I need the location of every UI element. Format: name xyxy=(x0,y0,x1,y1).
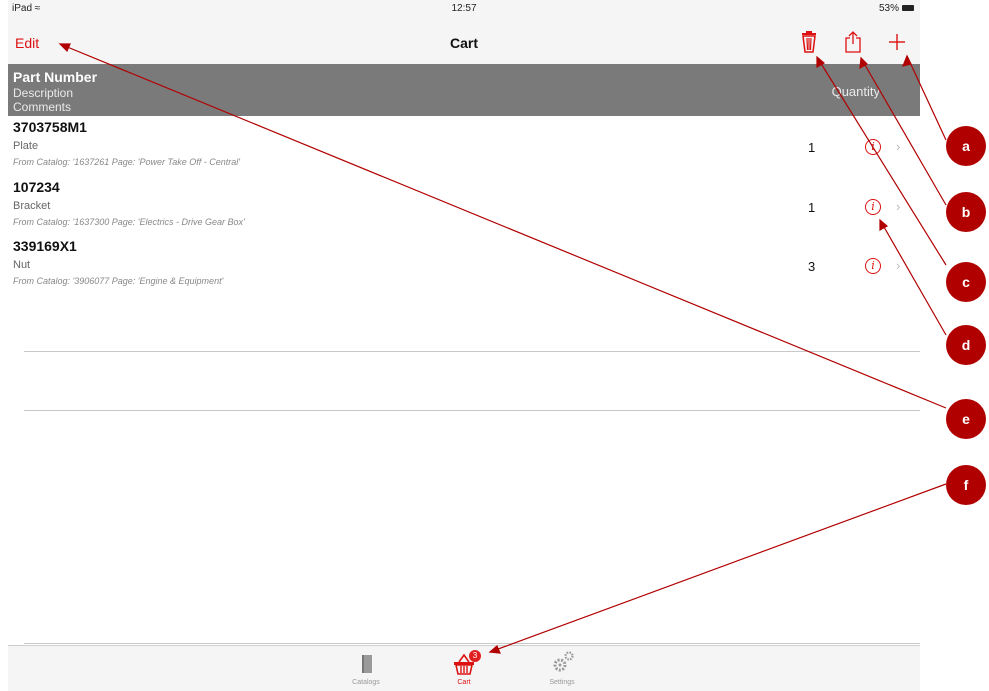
table-row[interactable]: 3703758M1 Plate From Catalog: '1637261 P… xyxy=(8,117,920,175)
part-description: Nut xyxy=(13,259,31,271)
share-icon-svg xyxy=(845,31,861,53)
part-quantity[interactable]: 3 xyxy=(808,259,815,274)
tab-cart[interactable]: 3 Cart xyxy=(434,646,494,691)
callout-d: d xyxy=(946,325,986,365)
part-number: 339169X1 xyxy=(13,238,77,254)
row-separator xyxy=(24,643,920,644)
tab-bar: Catalogs 3 Cart Settings xyxy=(8,645,920,691)
info-icon[interactable]: i xyxy=(865,139,881,155)
header-description: Description xyxy=(13,86,74,100)
header-quantity: Quantity xyxy=(831,84,880,99)
callout-e: e xyxy=(946,399,986,439)
part-quantity[interactable]: 1 xyxy=(808,140,815,155)
callout-b: b xyxy=(946,192,986,232)
chevron-right-icon: › xyxy=(896,258,901,273)
info-icon[interactable]: i xyxy=(865,258,881,274)
table-header: Part Number Description Comments Quantit… xyxy=(8,64,920,116)
chevron-right-icon: › xyxy=(896,199,901,214)
row-separator xyxy=(24,351,920,352)
status-bar: iPad ≈ 12:57 53% xyxy=(8,0,920,18)
chevron-right-icon: › xyxy=(896,139,901,154)
part-number: 3703758M1 xyxy=(13,119,87,135)
header-part-number: Part Number xyxy=(13,69,98,85)
gears-icon xyxy=(553,651,574,672)
callout-c: c xyxy=(946,262,986,302)
battery-icon xyxy=(902,5,914,12)
table-row[interactable]: 339169X1 Nut From Catalog: '3906077 Page… xyxy=(8,236,920,294)
part-quantity[interactable]: 1 xyxy=(808,200,815,215)
part-comment: From Catalog: '3906077 Page: 'Engine & E… xyxy=(13,276,224,286)
tab-catalogs[interactable]: Catalogs xyxy=(336,646,396,691)
part-comment: From Catalog: '1637300 Page: 'Electrics … xyxy=(13,217,245,227)
tab-settings[interactable]: Settings xyxy=(532,646,592,691)
battery-percent: 53% xyxy=(878,3,899,14)
callout-f: f xyxy=(946,465,986,505)
row-separator xyxy=(24,410,920,411)
trash-icon-svg xyxy=(802,31,816,53)
plus-icon[interactable] xyxy=(886,30,908,54)
part-description: Bracket xyxy=(13,200,51,212)
nav-bar: Edit Cart xyxy=(8,18,920,65)
tab-cart-label: Cart xyxy=(457,679,471,686)
part-comment: From Catalog: '1637261 Page: 'Power Take… xyxy=(13,157,240,167)
plus-icon-svg xyxy=(889,34,905,50)
part-number: 107234 xyxy=(13,179,60,195)
table-row[interactable]: 107234 Bracket From Catalog: '1637300 Pa… xyxy=(8,177,920,235)
part-description: Plate xyxy=(13,140,39,152)
status-time: 12:57 xyxy=(451,3,477,14)
cart-badge: 3 xyxy=(469,650,481,662)
tab-catalogs-label: Catalogs xyxy=(352,679,380,686)
edit-button[interactable]: Edit xyxy=(15,35,39,51)
status-battery: 53% xyxy=(879,3,914,14)
ipad-screen: iPad ≈ 12:57 53% Edit Cart Part Number D… xyxy=(8,0,920,691)
trash-icon[interactable] xyxy=(798,30,820,54)
callout-a: a xyxy=(946,126,986,166)
book-icon xyxy=(362,655,372,673)
info-icon[interactable]: i xyxy=(865,199,881,215)
tab-settings-label: Settings xyxy=(549,679,575,686)
header-comments: Comments xyxy=(13,100,72,114)
page-title: Cart xyxy=(449,35,478,51)
share-icon[interactable] xyxy=(842,30,864,54)
